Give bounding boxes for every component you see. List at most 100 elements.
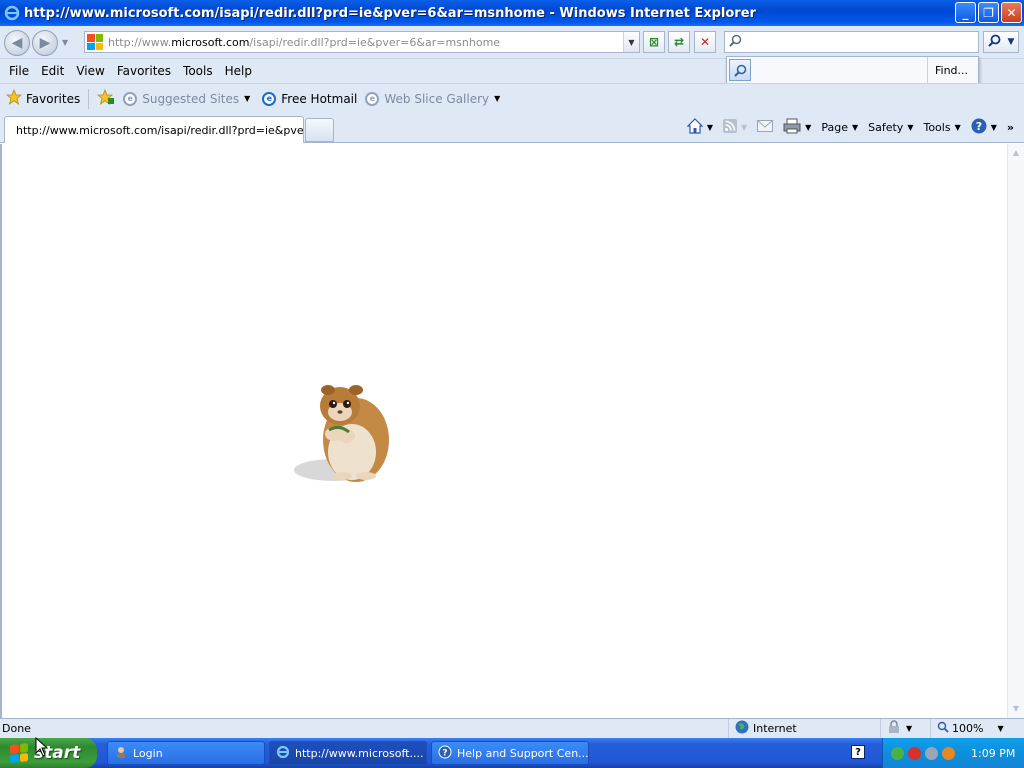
- status-bar: Done Internet ▼ 100% ▼: [0, 718, 1024, 738]
- search-go-icon: [987, 34, 1001, 50]
- refresh-button[interactable]: ⇄: [668, 31, 690, 53]
- favorites-button[interactable]: Favorites: [5, 88, 81, 108]
- free-hotmail-label: Free Hotmail: [281, 91, 358, 106]
- free-hotmail-link[interactable]: e Free Hotmail: [262, 91, 358, 106]
- taskbar-item-ie[interactable]: http://www.microsoft....: [269, 741, 427, 765]
- security-alert-tray-icon[interactable]: [908, 746, 921, 760]
- back-button[interactable]: ◀: [4, 30, 30, 56]
- login-app-icon: [114, 745, 128, 762]
- url-prefix: http://www.: [108, 35, 172, 49]
- stop-button[interactable]: ✕: [694, 31, 716, 53]
- new-tab-button[interactable]: [305, 118, 334, 142]
- zoom-icon: [937, 721, 949, 736]
- page-content[interactable]: ▲ ▼: [0, 144, 1024, 718]
- page-menu[interactable]: Page ▼: [821, 121, 858, 134]
- safety-menu-label: Safety: [868, 120, 904, 134]
- help-support-icon: ?: [438, 745, 452, 762]
- toolbar-overflow-button[interactable]: »: [1007, 121, 1014, 134]
- search-go-button[interactable]: ▼: [983, 31, 1019, 53]
- zoom-level: 100%: [952, 722, 984, 735]
- taskbar-item-label: Help and Support Cen...: [457, 746, 589, 760]
- ie-page-icon: e: [262, 91, 277, 106]
- find-button[interactable]: Find...: [935, 64, 968, 77]
- feeds-button[interactable]: ▼: [723, 118, 748, 136]
- network-tray-icon[interactable]: [891, 746, 904, 760]
- chevron-down-icon: ▼: [954, 122, 961, 132]
- url-host: microsoft.com: [171, 35, 250, 49]
- clock: 1:09 PM: [971, 746, 1016, 760]
- tab-microsoft[interactable]: http://www.microsoft.com/isapi/redir.dll…: [4, 116, 304, 143]
- scroll-up-icon[interactable]: ▲: [1011, 148, 1021, 158]
- web-slice-gallery-link[interactable]: e Web Slice Gallery ▼: [365, 91, 501, 106]
- printer-icon: [783, 118, 801, 137]
- menu-favorites[interactable]: Favorites: [117, 64, 171, 78]
- forward-button[interactable]: ▶: [32, 30, 58, 56]
- taskbar-item-help-support[interactable]: ? Help and Support Cen...: [431, 741, 589, 765]
- home-icon: [686, 117, 704, 137]
- windows-logo-icon: [10, 743, 28, 763]
- forward-arrow-icon: ▶: [39, 35, 51, 51]
- address-dropdown-button[interactable]: ▼: [623, 32, 639, 52]
- ie-app-icon: [4, 5, 20, 21]
- find-search-icon[interactable]: [729, 59, 751, 81]
- page-menu-label: Page: [821, 120, 848, 134]
- chevron-down-icon: ▼: [706, 122, 714, 132]
- scroll-down-icon[interactable]: ▼: [1011, 704, 1021, 714]
- chevron-down-icon: ▼: [244, 94, 251, 103]
- menu-edit[interactable]: Edit: [41, 64, 64, 78]
- menu-help[interactable]: Help: [225, 64, 252, 78]
- ie-app-icon: [276, 745, 290, 762]
- volume-tray-icon[interactable]: [925, 746, 938, 760]
- home-button[interactable]: ▼: [686, 117, 714, 137]
- restore-button[interactable]: ❐: [978, 2, 999, 23]
- security-zone[interactable]: Internet: [728, 719, 878, 738]
- chevron-down-icon: ▼: [997, 724, 1004, 733]
- search-options-dropdown-icon[interactable]: ▼: [1008, 37, 1015, 47]
- address-bar[interactable]: http://www. microsoft.com/isapi/redir.dll…: [84, 31, 640, 53]
- menu-tools[interactable]: Tools: [183, 64, 213, 78]
- menu-view[interactable]: View: [76, 64, 104, 78]
- refresh-icon: ⇄: [673, 35, 685, 49]
- taskbar-item-login[interactable]: Login: [107, 741, 265, 765]
- help-question-icon[interactable]: ?: [851, 745, 865, 759]
- suggested-sites-link[interactable]: e Suggested Sites ▼: [123, 91, 251, 106]
- close-button[interactable]: ✕: [1001, 2, 1022, 23]
- vertical-scrollbar[interactable]: ▲ ▼: [1007, 144, 1024, 718]
- tools-menu[interactable]: Tools ▼: [923, 121, 960, 134]
- help-menu[interactable]: ? ▼: [971, 118, 997, 137]
- system-tray: 1:09 PM: [882, 738, 1024, 768]
- web-slice-gallery-label: Web Slice Gallery: [384, 91, 490, 106]
- status-text: Done: [2, 722, 31, 735]
- address-toolbar: ◀ ▶ ▼ http://www. microsoft.com/isapi/red…: [0, 26, 1024, 59]
- favorites-label: Favorites: [26, 91, 81, 106]
- chevron-down-icon: ▼: [494, 94, 501, 103]
- add-to-favorites-bar-icon[interactable]: [97, 88, 115, 108]
- safety-menu[interactable]: Safety ▼: [868, 121, 913, 134]
- search-tray-icon[interactable]: [942, 746, 955, 760]
- minimize-button[interactable]: _: [955, 2, 976, 23]
- print-button[interactable]: ▼: [783, 118, 811, 137]
- stop-icon: ✕: [699, 35, 711, 49]
- menu-file[interactable]: File: [9, 64, 29, 78]
- protected-mode-button[interactable]: ▼: [880, 719, 928, 738]
- search-input[interactable]: [724, 31, 979, 53]
- zoom-control[interactable]: 100% ▼: [930, 719, 1006, 738]
- compatibility-view-button[interactable]: ⊠: [643, 31, 665, 53]
- tools-menu-label: Tools: [923, 120, 951, 134]
- recent-pages-dropdown-icon[interactable]: ▼: [62, 38, 68, 47]
- star-icon: [5, 88, 23, 108]
- ie-page-icon: e: [123, 91, 138, 106]
- title-bar[interactable]: http://www.microsoft.com/isapi/redir.dll…: [0, 0, 1024, 26]
- tab-title: http://www.microsoft.com/isapi/redir.dll…: [16, 123, 304, 137]
- hamster-image: [294, 376, 394, 488]
- lock-icon: [887, 720, 901, 737]
- taskbar-item-label: Login: [133, 746, 163, 760]
- mouse-cursor-icon: [35, 737, 49, 757]
- chevron-down-icon: ▼: [741, 122, 748, 132]
- url-suffix: /isapi/redir.dll?prd=ie&pver=6&ar=msnhom…: [249, 35, 501, 49]
- command-bar: ▼ ▼ ▼ Page ▼ Safety ▼ Tools ▼ ? ▼ »: [686, 113, 1024, 141]
- site-favicon: [87, 34, 103, 50]
- read-mail-button[interactable]: [757, 119, 774, 135]
- window-title: http://www.microsoft.com/isapi/redir.dll…: [24, 5, 756, 21]
- svg-text:?: ?: [442, 748, 447, 758]
